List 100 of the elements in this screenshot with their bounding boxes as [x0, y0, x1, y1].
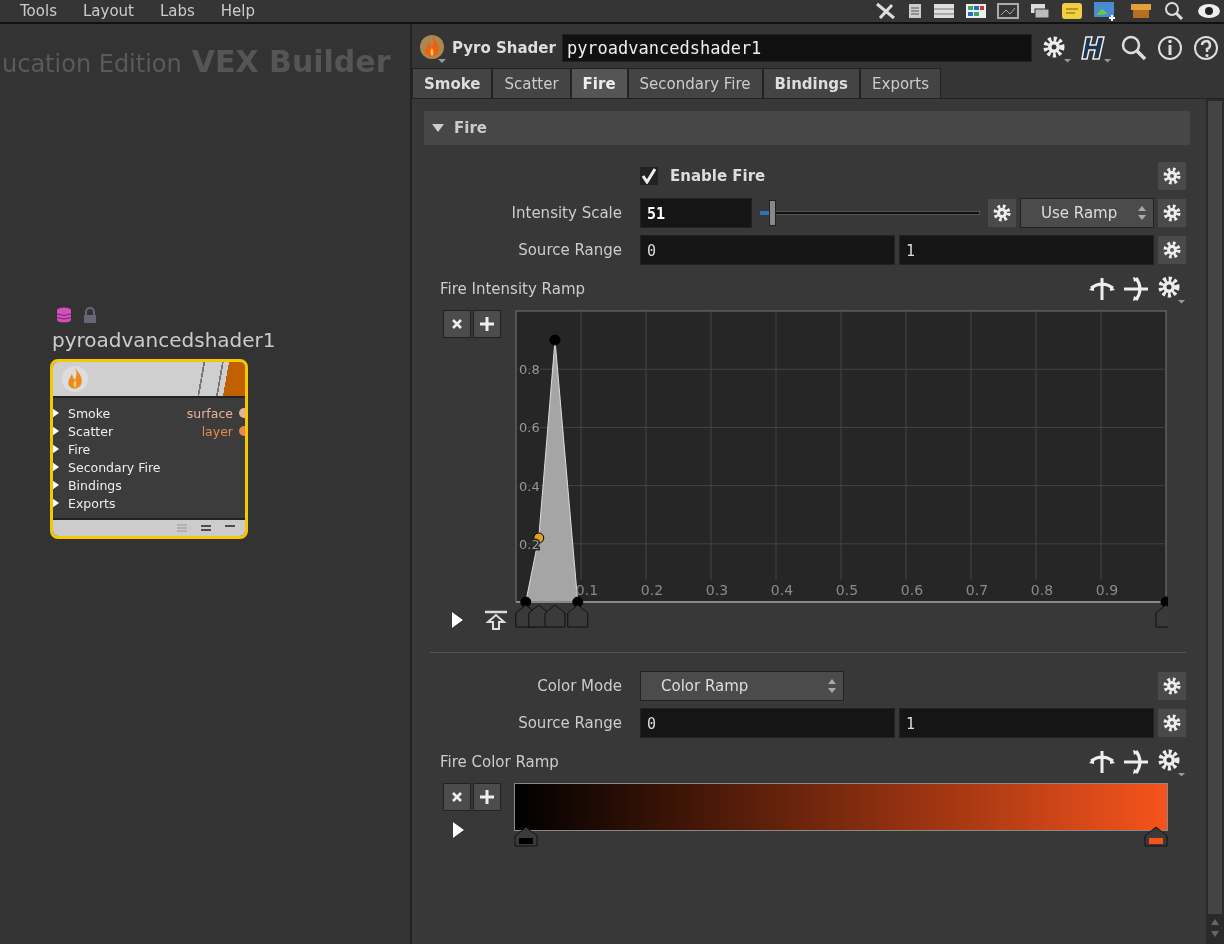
checkbox-label: Enable Fire [670, 166, 766, 185]
x-tick-label: 0.8 [1030, 582, 1054, 598]
folder-header[interactable]: Fire [424, 111, 1190, 145]
x-tick-label: 0.6 [900, 582, 924, 598]
gear-button[interactable] [1158, 671, 1186, 700]
input-label: Exports [68, 495, 116, 511]
plus-icon [479, 789, 495, 805]
input-label: Secondary Fire [68, 459, 161, 475]
expand-arrow-icon[interactable] [451, 611, 465, 629]
folder-title: Fire [454, 119, 487, 137]
input-label: Smoke [68, 405, 111, 421]
checkbox[interactable] [640, 166, 658, 185]
note-icon[interactable] [1060, 2, 1084, 20]
menu-item[interactable]: Labs [159, 2, 195, 20]
y-tick-label: 0.4 [519, 478, 540, 494]
box-icon[interactable] [1128, 2, 1154, 20]
add-key-button[interactable] [473, 783, 501, 811]
updown-arrows-icon [827, 677, 837, 694]
gear-button[interactable] [988, 198, 1016, 227]
flip-icon[interactable] [1122, 276, 1150, 302]
output-label: layer [201, 423, 233, 439]
search-icon[interactable] [1119, 34, 1148, 62]
help-icon[interactable] [1191, 34, 1220, 62]
tab[interactable]: Scatter [492, 68, 571, 99]
ramp-point[interactable] [520, 596, 532, 608]
input-label: Scatter [68, 423, 114, 439]
grid-icon[interactable] [964, 2, 988, 20]
x-tick-label: 0.2 [640, 582, 664, 598]
color-key-handle[interactable] [1144, 825, 1168, 847]
database-icon [56, 307, 72, 323]
x-tick-label: 0.4 [770, 582, 794, 598]
flip-icon[interactable] [1122, 749, 1150, 775]
ramp-key-handle[interactable] [567, 604, 589, 628]
tab[interactable]: Secondary Fire [627, 68, 763, 99]
value-field[interactable]: 1 [899, 234, 1154, 265]
param-label: Source Range [517, 240, 622, 259]
gear-button[interactable] [1158, 161, 1186, 190]
node-name: pyroadvancedshader1 [52, 327, 276, 353]
help-h-icon[interactable] [1079, 33, 1112, 63]
x-tick-label: 0.7 [965, 582, 989, 598]
node-type-label: Pyro Shader [452, 39, 556, 57]
value-field[interactable]: 1 [899, 707, 1154, 738]
scrollbar[interactable] [1206, 99, 1224, 944]
image-icon[interactable] [996, 2, 1020, 20]
ramp-key-handle[interactable] [1155, 604, 1168, 628]
delete-key-button[interactable] [443, 310, 471, 338]
tab[interactable]: Smoke [412, 68, 493, 99]
add-key-button[interactable] [473, 310, 501, 338]
delete-key-button[interactable] [443, 783, 471, 811]
upload-icon[interactable] [483, 610, 509, 630]
output-label: surface [186, 405, 233, 421]
rows-icon[interactable] [932, 2, 956, 20]
menu-item[interactable]: Help [220, 2, 256, 20]
tab[interactable]: Fire [570, 68, 628, 99]
color-ramp-bar[interactable] [514, 783, 1168, 831]
input-label: Bindings [68, 477, 122, 493]
param-label: Source Range [517, 713, 622, 732]
shader-node[interactable]: Smoke Scatter Fire Secondary Fire Bindings Exports surface layer [50, 359, 248, 539]
flame-icon [61, 365, 89, 393]
lines-icon [177, 523, 187, 533]
gear-icon[interactable] [1156, 274, 1186, 304]
x-icon [451, 318, 463, 330]
tab[interactable]: Bindings [762, 68, 861, 99]
mode-dropdown[interactable]: Use Ramp [1020, 197, 1154, 228]
node-name-field[interactable]: pyroadvancedshader1 [561, 34, 1032, 62]
scroll-down-icon[interactable] [1210, 930, 1220, 938]
flip-icon[interactable] [1088, 749, 1116, 775]
value-field[interactable]: 0 [640, 234, 895, 265]
value-field[interactable]: 0 [640, 707, 895, 738]
gear-button[interactable] [1158, 235, 1186, 264]
tab[interactable]: Exports [860, 68, 941, 99]
eye-icon[interactable] [1196, 2, 1222, 20]
slider-track[interactable] [760, 198, 980, 227]
gear-button[interactable] [1158, 708, 1186, 737]
menu-item[interactable]: Tools [20, 2, 57, 20]
x-tick-label: 0.5 [835, 582, 859, 598]
ramp-point[interactable] [572, 596, 584, 608]
scroll-up-icon[interactable] [1210, 918, 1220, 926]
expand-arrow-icon[interactable] [452, 821, 466, 839]
list-icon[interactable] [906, 2, 924, 20]
ramp-title: Fire Color Ramp [439, 753, 559, 771]
menu-item[interactable]: Layout [82, 2, 134, 20]
value-field[interactable]: 51 [640, 197, 752, 228]
gear-button[interactable] [1158, 198, 1186, 227]
param-label: Color Mode [536, 676, 622, 695]
param-label: Intensity Scale [510, 203, 622, 222]
flame-icon[interactable] [418, 33, 446, 63]
x-tick-label: 0.9 [1095, 582, 1119, 598]
color-mode-dropdown[interactable]: Color Ramp [640, 670, 844, 701]
gear-icon[interactable] [1156, 747, 1186, 777]
windows-icon[interactable] [1028, 2, 1052, 20]
slider-thumb[interactable] [769, 199, 777, 226]
info-icon[interactable] [1155, 34, 1184, 62]
input-label: Fire [68, 441, 91, 457]
flip-icon[interactable] [1088, 276, 1116, 302]
color-key-handle[interactable] [514, 825, 538, 847]
ramp-key-handle[interactable] [544, 604, 566, 628]
updown-arrows-icon [1137, 204, 1147, 221]
x-tick-label: 0.3 [705, 582, 729, 598]
lock-icon [82, 307, 98, 323]
